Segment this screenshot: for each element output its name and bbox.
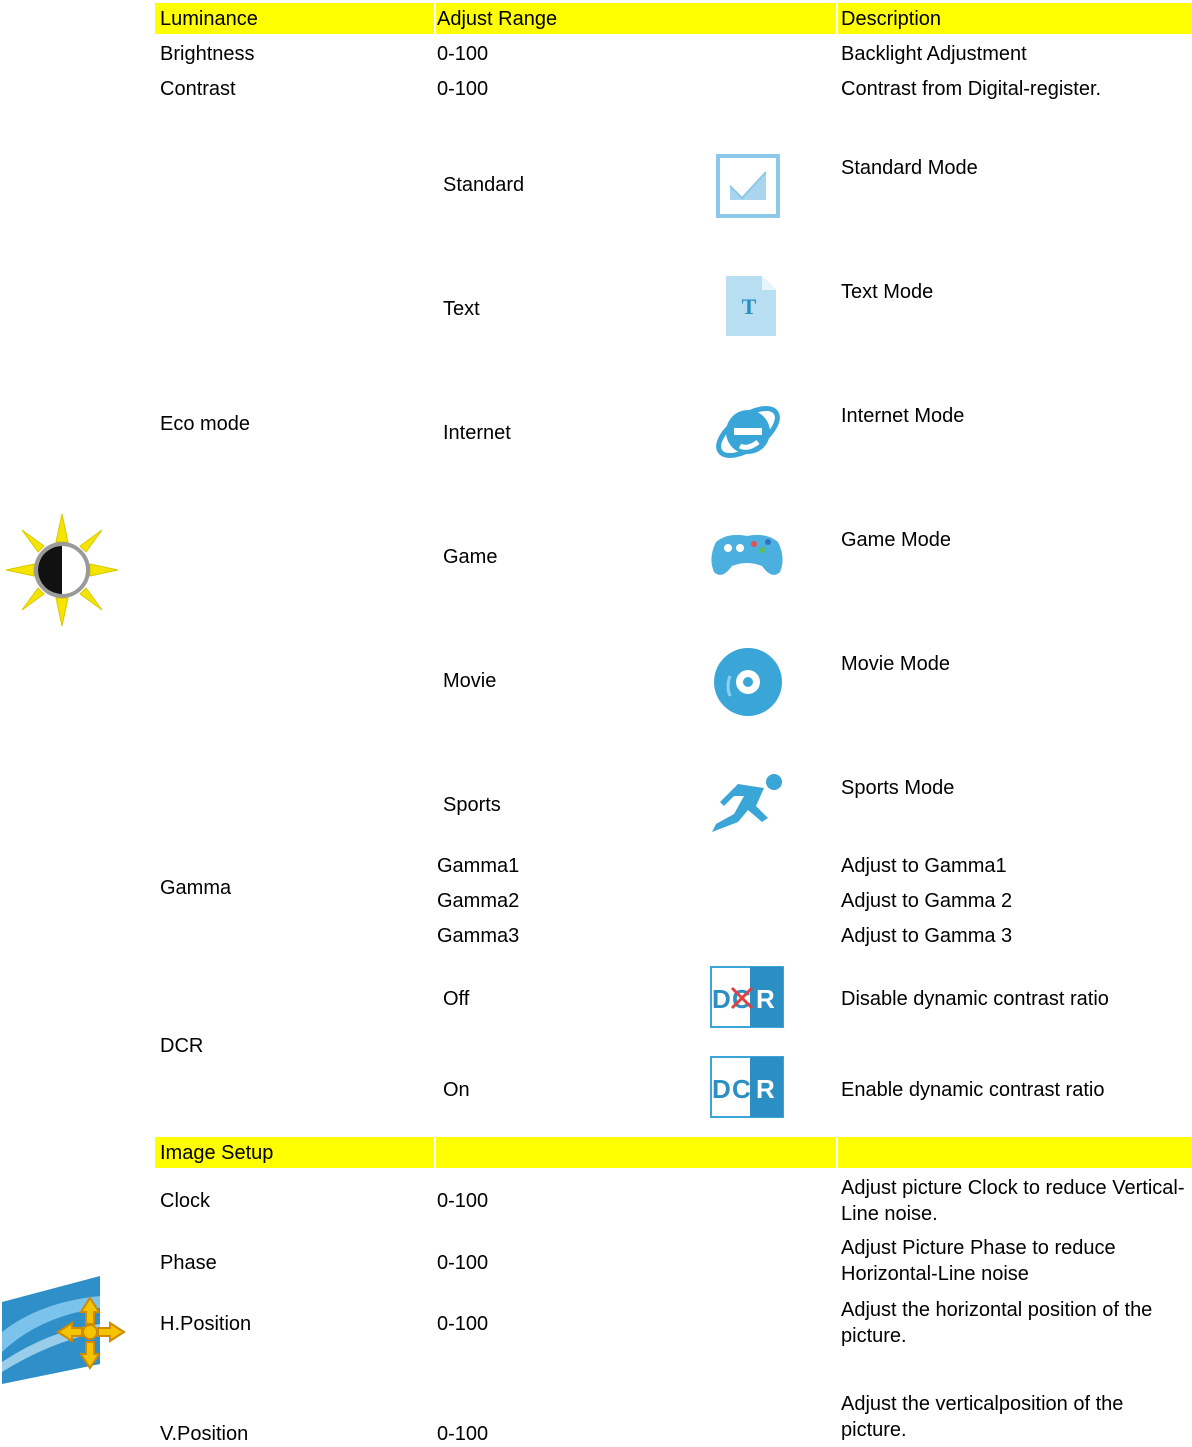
eco-desc-text: Text Mode	[841, 281, 934, 303]
eco-mode-label: Eco mode	[160, 413, 251, 435]
image-position-icon	[2, 1276, 126, 1384]
eco-desc-internet: Internet Mode	[841, 405, 965, 427]
dcr-on-icon: D C R	[710, 1056, 784, 1118]
gamma-label: Gamma	[160, 877, 232, 899]
gamma-option-1: Gamma1	[437, 855, 520, 877]
disc-icon	[714, 648, 782, 716]
row-desc-brightness: Backlight Adjustment	[841, 43, 1027, 65]
gamma-desc-3: Adjust to Gamma 3	[841, 925, 1013, 947]
runner-icon	[712, 774, 782, 832]
gamma-desc-2: Adjust to Gamma 2	[841, 890, 1013, 912]
eco-desc-standard: Standard Mode	[841, 157, 978, 179]
dcr-desc-off: Disable dynamic contrast ratio	[841, 988, 1109, 1010]
row-range-phase: 0-100	[437, 1252, 489, 1274]
row-label-clock: Clock	[160, 1190, 211, 1212]
svg-text:R: R	[756, 984, 775, 1014]
brightness-sun-icon	[5, 513, 119, 627]
internet-explorer-icon	[716, 406, 780, 458]
row-desc-h-position: Adjust the horizontal position of the pi…	[841, 1299, 1153, 1347]
eco-option-sports: Sports	[443, 794, 501, 816]
row-range-h-position: 0-100	[437, 1313, 489, 1335]
row-desc-phase: Adjust Picture Phase to reduce Horizonta…	[841, 1237, 1116, 1285]
eco-option-internet: Internet	[443, 422, 511, 444]
eco-desc-movie: Movie Mode	[841, 653, 950, 675]
row-desc-v-position: Adjust the verticalposition of the pictu…	[841, 1393, 1124, 1441]
header-image-setup: Image Setup	[160, 1142, 274, 1164]
svg-text:C: C	[732, 1074, 751, 1104]
gamma-option-3: Gamma3	[437, 925, 520, 947]
header-description: Description	[841, 8, 942, 30]
row-range-contrast: 0-100	[437, 78, 489, 100]
row-range-clock: 0-100	[437, 1190, 489, 1212]
dcr-option-off: Off	[443, 988, 470, 1010]
eco-option-game: Game	[443, 546, 498, 568]
image-setup-header-bg	[436, 1137, 836, 1168]
row-label-h-position: H.Position	[160, 1313, 252, 1335]
row-range-brightness: 0-100	[437, 43, 489, 65]
row-label-phase: Phase	[160, 1252, 217, 1274]
dcr-option-on: On	[443, 1079, 470, 1101]
eco-desc-sports: Sports Mode	[841, 777, 955, 799]
header-luminance: Luminance	[160, 8, 258, 30]
eco-option-movie: Movie	[443, 670, 497, 692]
gamma-desc-1: Adjust to Gamma1	[841, 855, 1007, 877]
row-label-v-position: V.Position	[160, 1423, 249, 1445]
dcr-desc-on: Enable dynamic contrast ratio	[841, 1079, 1105, 1101]
header-adjust-range: Adjust Range	[437, 8, 558, 30]
standard-checkbox-icon	[716, 154, 780, 218]
svg-text:T: T	[742, 294, 757, 319]
svg-text:R: R	[756, 1074, 775, 1104]
eco-option-text: Text	[443, 298, 480, 320]
text-document-icon: T	[726, 276, 776, 336]
svg-text:D: D	[712, 1074, 731, 1104]
gamepad-icon	[711, 534, 783, 575]
eco-option-standard: Standard	[443, 174, 525, 196]
gamma-option-2: Gamma2	[437, 890, 520, 912]
row-desc-clock: Adjust picture Clock to reduce Vertical-…	[841, 1177, 1185, 1225]
dcr-off-icon: D C R	[710, 966, 784, 1028]
row-label-brightness: Brightness	[160, 43, 255, 65]
image-setup-header-bg	[838, 1137, 1192, 1168]
svg-text:D: D	[712, 984, 731, 1014]
dcr-label: DCR	[160, 1035, 204, 1057]
row-range-v-position: 0-100	[437, 1423, 489, 1445]
row-label-contrast: Contrast	[160, 78, 236, 100]
row-desc-contrast: Contrast from Digital-register.	[841, 78, 1102, 100]
eco-desc-game: Game Mode	[841, 529, 952, 551]
